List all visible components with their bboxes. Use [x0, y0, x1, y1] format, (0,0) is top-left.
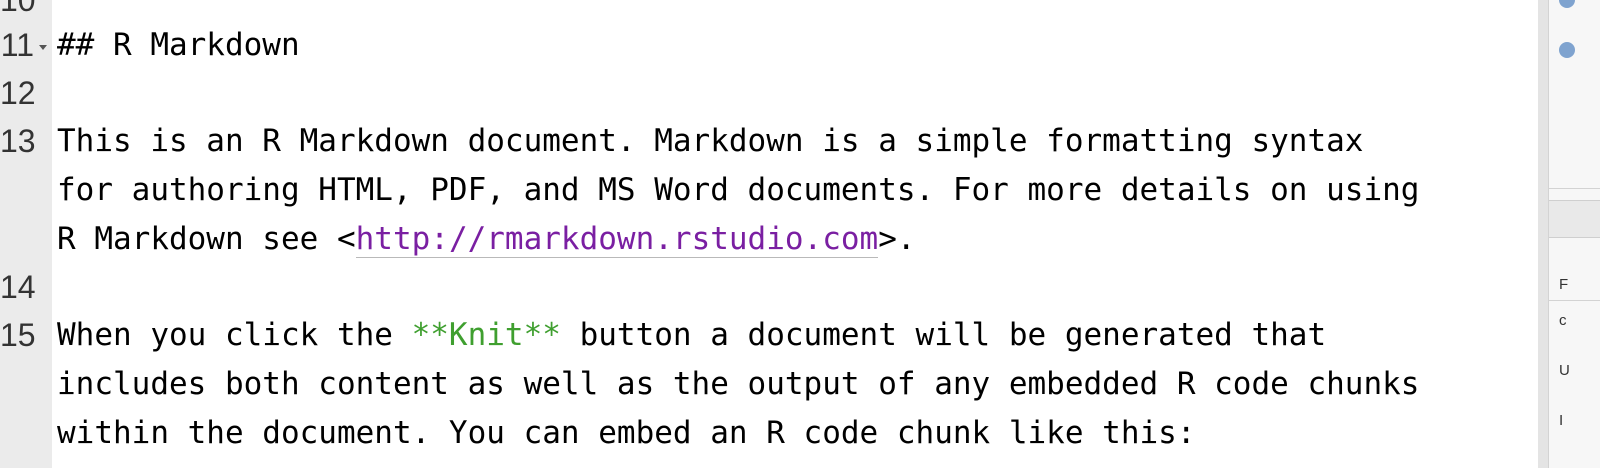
pane-divider: [1549, 188, 1600, 189]
heading-line[interactable]: ## R Markdown: [57, 21, 300, 69]
pane-item[interactable]: c: [1559, 312, 1567, 329]
status-circle-icon: [1559, 0, 1575, 8]
line-number: 13: [0, 123, 36, 159]
source-editor[interactable]: 10 11 12 13 14 15 ## R Markdown This is …: [0, 0, 1538, 468]
bold-markup: **Knit**: [411, 317, 561, 353]
status-circle-icon: [1559, 42, 1575, 58]
pane-toolbar[interactable]: [1549, 200, 1600, 238]
pane-item[interactable]: F: [1559, 276, 1568, 293]
text-line[interactable]: When you click the **Knit** button a doc…: [57, 311, 1326, 359]
text-segment: >.: [878, 221, 916, 257]
line-number: 12: [0, 75, 36, 111]
line-number: 15: [0, 317, 36, 353]
right-pane: F c U I: [1548, 0, 1600, 468]
text-segment: When you click the: [57, 317, 412, 353]
line-number-gutter: 10 11 12 13 14 15: [0, 0, 52, 468]
text-line[interactable]: within the document. You can embed an R …: [57, 409, 1195, 457]
fold-toggle-icon[interactable]: [39, 45, 47, 50]
text-line[interactable]: This is an R Markdown document. Markdown…: [57, 117, 1363, 165]
text-segment: R Markdown see <: [57, 221, 356, 257]
text-line[interactable]: R Markdown see <http://rmarkdown.rstudio…: [57, 215, 916, 263]
text-line[interactable]: includes both content as well as the out…: [57, 360, 1419, 408]
vertical-scrollbar[interactable]: [1538, 0, 1548, 468]
text-line[interactable]: for authoring HTML, PDF, and MS Word doc…: [57, 166, 1419, 214]
line-number: 14: [0, 269, 36, 305]
text-segment: button a document will be generated that: [560, 317, 1327, 353]
pane-item[interactable]: U: [1559, 362, 1570, 379]
pane-divider: [1549, 300, 1600, 301]
pane-item[interactable]: I: [1559, 412, 1563, 429]
url-link[interactable]: http://rmarkdown.rstudio.com: [355, 221, 879, 258]
line-number: 11: [0, 27, 34, 63]
